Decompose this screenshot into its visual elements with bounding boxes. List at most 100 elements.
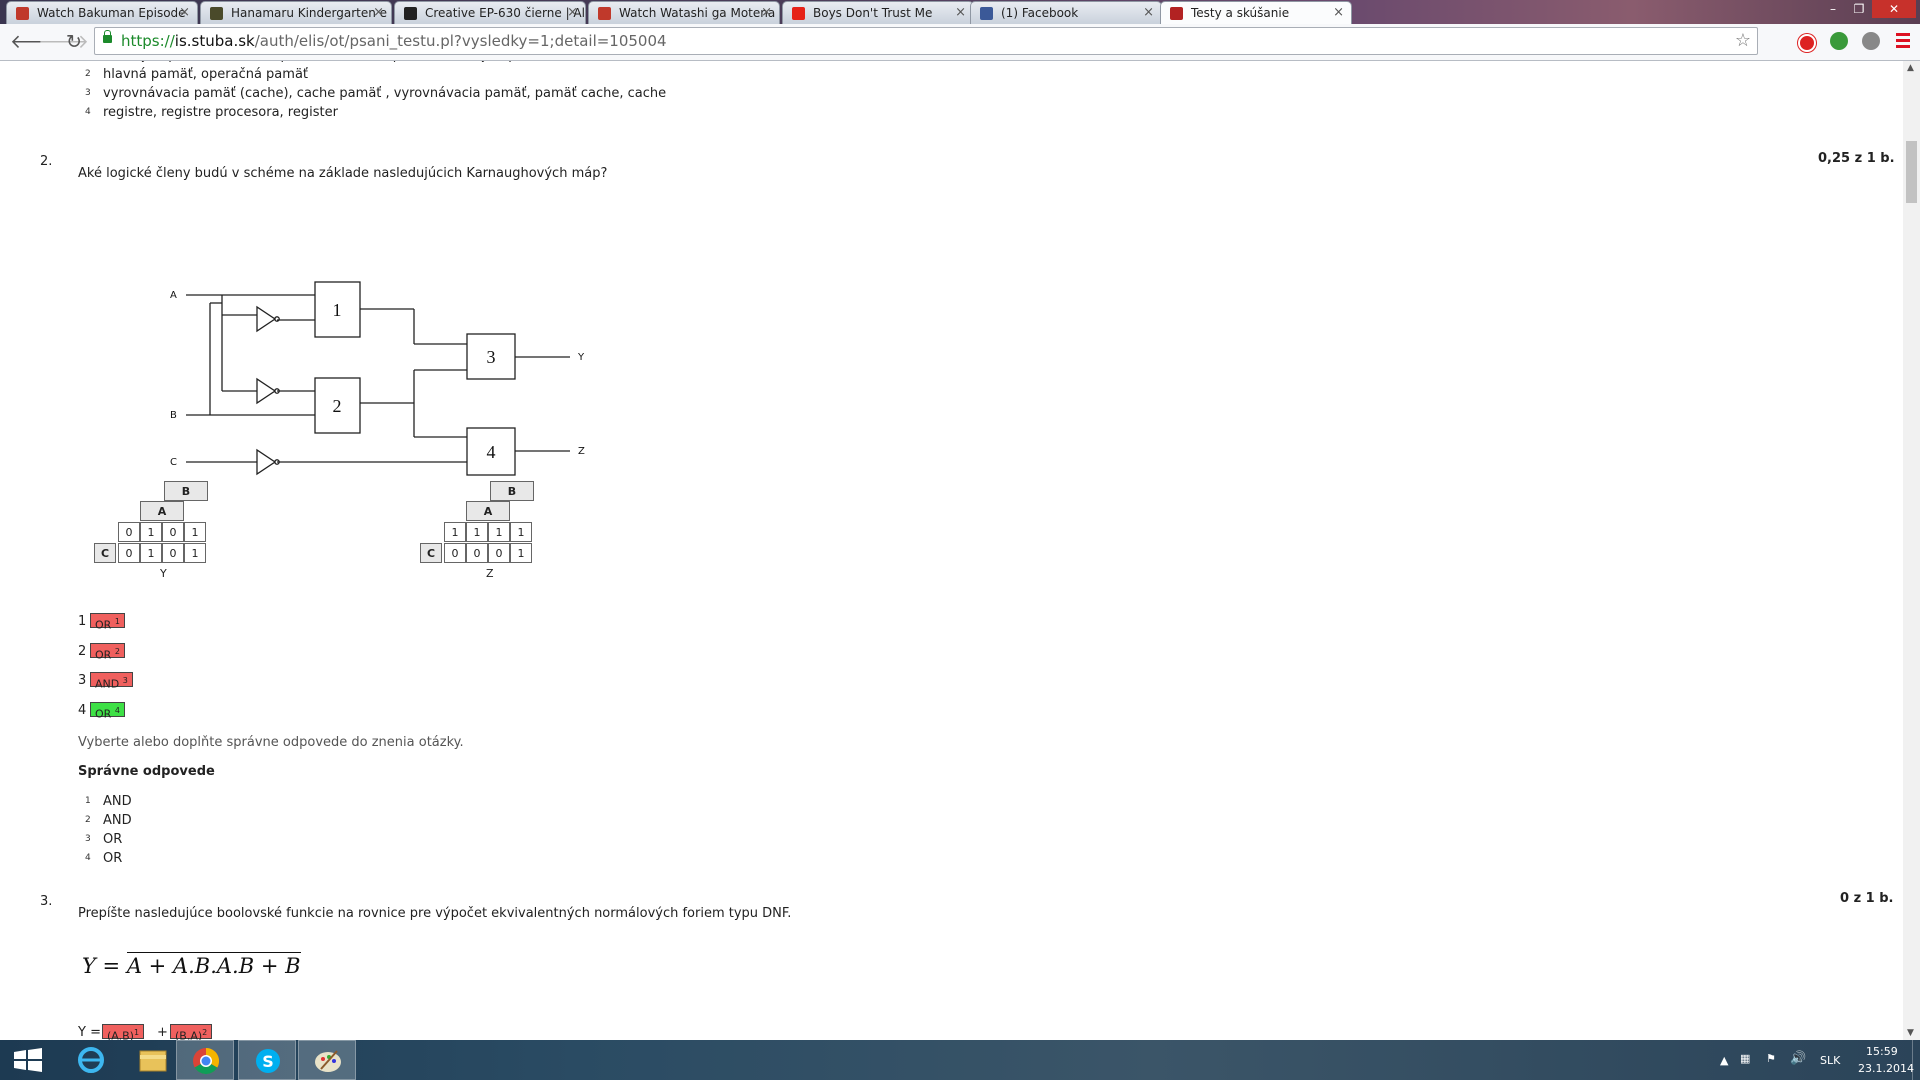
browser-tab[interactable]: Testy a skúšanie × (1160, 1, 1352, 24)
clock-time[interactable]: 15:59 (1866, 1045, 1898, 1058)
gate-label: 4 (487, 442, 496, 462)
gate-answer-select[interactable]: OR 1 (90, 613, 125, 632)
formula-lhs: Y = (82, 954, 121, 978)
minimize-button[interactable]: – (1820, 0, 1846, 18)
ais-icon (1170, 7, 1183, 20)
tab-title: Creative EP-630 čierne | Al: (425, 6, 586, 20)
kmap-a-header: A (140, 501, 184, 521)
reload-icon[interactable]: ↻ (66, 32, 82, 52)
flag-icon[interactable]: ⚑ (1766, 1052, 1776, 1065)
output-label: Y (577, 352, 585, 363)
kmap-cell: 0 (162, 522, 184, 542)
answer-number: 2 (85, 815, 91, 825)
question-text: Prepíšte nasledujúce boolovské funkcie n… (78, 906, 792, 921)
chrome-icon[interactable] (176, 1040, 234, 1080)
lock-icon (103, 30, 112, 43)
browser-tab[interactable]: Boys Don't Trust Me × (782, 1, 974, 24)
chrome-menu-icon[interactable] (1896, 33, 1910, 51)
tab-title: Testy a skúšanie (1191, 6, 1290, 20)
kmap-c-header: C (94, 543, 116, 563)
karnaugh-map-z: B A C 1 1 1 1 0 0 0 1 Z (420, 481, 540, 601)
answer-number: 1 (85, 796, 91, 806)
boolean-formula: Y = A + A.B.A.B + B (82, 952, 301, 978)
address-bar[interactable]: https://is.stuba.sk/auth/elis/ot/psani_t… (94, 27, 1758, 55)
kmap-cell: 0 (118, 543, 140, 563)
language-indicator[interactable]: SLK (1820, 1054, 1840, 1067)
extension-green-icon[interactable] (1830, 32, 1848, 50)
answer-number: 4 (85, 107, 91, 117)
close-tab-icon[interactable]: × (761, 5, 772, 20)
question-number: 3. (40, 894, 53, 909)
close-tab-icon[interactable]: × (1333, 5, 1344, 20)
adblock-icon[interactable] (1798, 34, 1816, 52)
output-label: Z (578, 446, 585, 457)
kmap-label: Y (160, 567, 167, 580)
volume-icon[interactable]: 🔊 (1790, 1051, 1806, 1066)
kmap-cell: 1 (488, 522, 510, 542)
browser-tab[interactable]: Creative EP-630 čierne | Al: × (394, 1, 586, 24)
close-tab-icon[interactable]: × (567, 5, 578, 20)
network-icon[interactable]: ▦ (1740, 1052, 1750, 1065)
formula-answer-field[interactable]: (B.A)2 (170, 1024, 213, 1040)
input-label: B (170, 410, 177, 421)
correct-answer-text: AND (103, 813, 132, 828)
browser-tab[interactable]: Hanamaru Kindergarten e × (200, 1, 392, 24)
alza-icon (404, 7, 417, 20)
page-content: 1 vonkajšie pamäte, externé pamäte, exter… (0, 61, 1903, 1040)
scroll-down-icon[interactable]: ▼ (1907, 1028, 1914, 1038)
input-label: C (170, 457, 177, 468)
tab-title: Boys Don't Trust Me (813, 6, 933, 20)
windows-taskbar: S ▲ ▦ ⚑ 🔊 SLK 15:59 23.1.2014 (0, 1040, 1920, 1080)
clock-date[interactable]: 23.1.2014 (1858, 1062, 1914, 1075)
kmap-label: Z (486, 567, 494, 580)
correct-answer-text: OR (103, 832, 123, 847)
close-tab-icon[interactable]: × (373, 5, 384, 20)
facebook-icon (980, 7, 993, 20)
gate-answer-select[interactable]: OR 2 (90, 642, 125, 661)
answer-text: vyrovnávacia pamäť (cache), cache pamäť … (103, 86, 667, 101)
kmap-cell: 1 (510, 522, 532, 542)
extension-gear-icon[interactable] (1862, 32, 1880, 50)
page-scrollbar[interactable]: ▲ ▼ (1903, 61, 1920, 1040)
url-text[interactable]: https://is.stuba.sk/auth/elis/ot/psani_t… (121, 32, 667, 50)
kmap-b-header: B (164, 481, 208, 501)
formula-answer-field[interactable]: (A.B)1 (102, 1024, 145, 1040)
gate-answer-select[interactable]: AND 3 (90, 672, 133, 691)
kmap-cell: 1 (184, 543, 206, 563)
kissanime-icon (598, 7, 611, 20)
browser-tab[interactable]: Watch Bakuman Episode × (6, 1, 198, 24)
close-tab-icon[interactable]: × (1143, 5, 1154, 20)
kmap-cell: 1 (444, 522, 466, 542)
close-window-button[interactable]: ✕ (1872, 0, 1916, 18)
paint-icon[interactable] (298, 1040, 356, 1080)
kmap-cell: 1 (466, 522, 488, 542)
answer-separator: + (157, 1025, 168, 1040)
scroll-up-icon[interactable]: ▲ (1907, 63, 1914, 73)
kmap-b-header: B (490, 481, 534, 501)
start-button[interactable] (0, 1040, 58, 1080)
gate-label: 3 (487, 347, 496, 367)
show-hidden-icons[interactable]: ▲ (1720, 1054, 1728, 1067)
close-tab-icon[interactable]: × (179, 5, 190, 20)
scrollbar-thumb[interactable] (1906, 141, 1917, 203)
logic-circuit-diagram: 1 2 3 4 A B C Y Z (170, 281, 585, 476)
show-desktop-button[interactable] (1912, 1040, 1920, 1080)
kmap-cell: 0 (488, 543, 510, 563)
question-score: 0 z 1 b. (1840, 891, 1894, 906)
answer-index: 4 (78, 702, 87, 718)
kmap-cell: 1 (140, 543, 162, 563)
karnaugh-map-y: B A C 0 1 0 1 0 1 0 1 Y (94, 481, 214, 601)
browser-tab[interactable]: Watch Watashi ga Motena × (588, 1, 780, 24)
close-tab-icon[interactable]: × (955, 5, 966, 20)
bookmark-star-icon[interactable]: ☆ (1735, 30, 1751, 51)
internet-explorer-icon[interactable] (62, 1040, 120, 1080)
kissanime-icon (16, 7, 29, 20)
kmap-cell: 0 (162, 543, 184, 563)
kmap-cell: 0 (444, 543, 466, 563)
kmap-cell: 1 (140, 522, 162, 542)
browser-tab[interactable]: (1) Facebook × (970, 1, 1162, 24)
gate-answer-select[interactable]: OR 4 (90, 701, 125, 720)
file-explorer-icon[interactable] (124, 1040, 182, 1080)
skype-icon[interactable]: S (238, 1040, 296, 1080)
maximize-button[interactable]: ❐ (1846, 0, 1872, 18)
